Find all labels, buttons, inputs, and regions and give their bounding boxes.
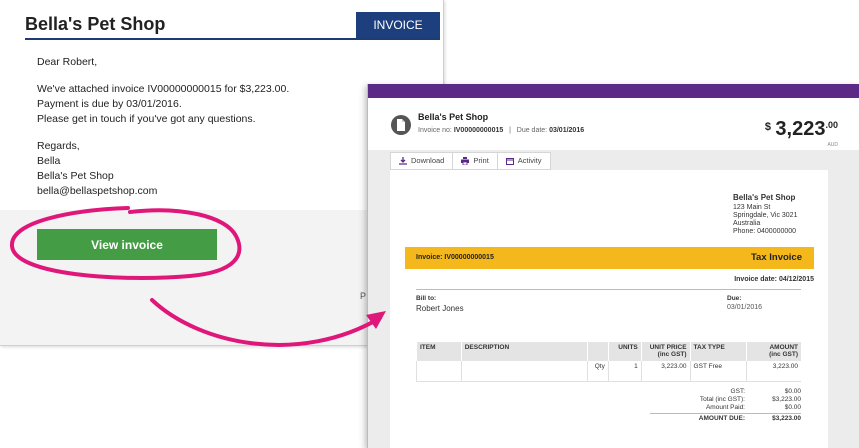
invoice-shop-name: Bella's Pet Shop	[418, 112, 489, 122]
download-label: Download	[411, 156, 445, 165]
email-regards: Regards,	[37, 140, 80, 152]
col-qty	[586, 342, 609, 361]
truncated-text: P	[360, 291, 367, 301]
from-street: 123 Main St	[733, 204, 771, 211]
paid-row: Amount Paid: $0.00	[650, 404, 801, 412]
email-line-2: Payment is due by 03/01/2016.	[37, 98, 182, 110]
divider	[416, 289, 801, 290]
due-value: 03/01/2016	[727, 304, 763, 311]
invoice-panel: Bella's Pet Shop Invoice no: IV000000000…	[367, 84, 859, 448]
totals-block: GST: $0.00 Total (inc GST): $3,223.00 Am…	[650, 388, 801, 423]
invoice-meta: Invoice no: IV00000000015 | Due date: 03…	[418, 127, 584, 134]
cell-unit-price: 3,223.00	[640, 361, 691, 382]
amount-due-value: $3,223.00	[772, 415, 801, 422]
email-line-1: We've attached invoice IV00000000015 for…	[37, 83, 290, 95]
table-header-row: ITEM DESCRIPTION UNITS UNIT PRICE (inc G…	[416, 342, 801, 361]
invoice-header: Bella's Pet Shop Invoice no: IV000000000…	[368, 98, 859, 150]
download-button[interactable]: Download	[390, 152, 453, 170]
col-units: UNITS	[607, 342, 642, 361]
activity-label: Activity	[517, 156, 542, 165]
cell-description	[460, 361, 588, 382]
col-amount: AMOUNT (inc GST)	[746, 342, 801, 361]
invoice-no-label: Invoice no:	[418, 127, 452, 134]
invoice-toolbar: Download Print Activity	[390, 152, 551, 170]
amount-whole: 3,223	[775, 118, 826, 140]
totals-divider	[650, 413, 801, 414]
invoice-top-bar	[368, 84, 859, 98]
email-signature-shop: Bella's Pet Shop	[37, 170, 114, 182]
col-unit-price-label: UNIT PRICE	[649, 344, 687, 351]
col-unit-price-sub: (inc GST)	[657, 351, 687, 358]
col-tax-type: TAX TYPE	[689, 342, 747, 361]
email-greeting: Dear Robert,	[37, 56, 98, 68]
paid-label: Amount Paid:	[705, 404, 745, 411]
gst-row: GST: $0.00	[650, 388, 801, 396]
currency-code: AUD	[827, 142, 838, 148]
meta-separator: |	[509, 127, 511, 134]
invoice-date: Invoice date: 04/12/2015	[734, 276, 814, 283]
table-row: Qty 1 3,223.00 GST Free 3,223.00	[416, 361, 801, 382]
email-line-3: Please get in touch if you've got any qu…	[37, 113, 256, 125]
total-value: $3,223.00	[772, 396, 801, 403]
amount-due-row: AMOUNT DUE: $3,223.00	[650, 415, 801, 423]
gst-label: GST:	[730, 388, 745, 395]
from-country: Australia	[733, 220, 761, 227]
gst-value: $0.00	[784, 388, 801, 395]
from-city: Springdale, Vic 3021	[733, 212, 798, 219]
col-unit-price: UNIT PRICE (inc GST)	[640, 342, 691, 361]
col-description: DESCRIPTION	[460, 342, 588, 361]
invoice-document: Bella's Pet Shop 123 Main St Springdale,…	[390, 170, 828, 448]
currency-symbol: $	[764, 121, 771, 133]
bar-invoice-number: Invoice: IV00000000015	[416, 254, 494, 261]
email-header: Bella's Pet Shop INVOICE	[25, 12, 440, 40]
amount-due-label: AMOUNT DUE:	[698, 415, 745, 422]
col-amount-label: AMOUNT	[769, 344, 798, 351]
due-date-label: Due date:	[516, 127, 548, 134]
total-label: Total (inc GST):	[699, 396, 745, 403]
print-button[interactable]: Print	[452, 152, 497, 170]
tax-invoice-bar: Invoice: IV00000000015 Tax Invoice	[405, 247, 814, 269]
from-name: Bella's Pet Shop	[733, 193, 796, 202]
due-date: 03/01/2016	[549, 127, 585, 134]
col-amount-sub: (inc GST)	[769, 351, 798, 358]
email-shop-title: Bella's Pet Shop	[25, 14, 166, 34]
bar-title: Tax Invoice	[750, 252, 802, 263]
bill-to-name: Robert Jones	[416, 304, 464, 313]
document-icon	[391, 115, 411, 135]
amount-cents: .00	[825, 120, 838, 130]
cell-item	[416, 361, 462, 382]
invoice-date-value: 04/12/2015	[778, 276, 814, 283]
from-address: Bella's Pet Shop 123 Main St Springdale,…	[733, 194, 797, 236]
from-phone: Phone: 0400000000	[733, 228, 797, 235]
cell-tax-type: GST Free	[689, 361, 747, 382]
invoice-amount: $ 3,223.00 AUD	[764, 118, 838, 148]
email-signature-address[interactable]: bella@bellaspetshop.com	[37, 184, 289, 199]
email-signature-name: Bella	[37, 155, 61, 167]
invoice-no: IV00000000015	[453, 127, 504, 134]
line-items-table: ITEM DESCRIPTION UNITS UNIT PRICE (inc G…	[416, 342, 801, 382]
activity-button[interactable]: Activity	[496, 152, 551, 170]
cell-amount: 3,223.00	[746, 361, 801, 382]
print-icon	[461, 157, 470, 165]
bill-to-label: Bill to:	[416, 295, 437, 302]
calendar-icon	[505, 158, 514, 165]
print-label: Print	[473, 156, 489, 165]
due-label: Due:	[727, 295, 742, 302]
invoice-tab: INVOICE	[356, 12, 440, 38]
paid-value: $0.00	[784, 404, 801, 411]
view-invoice-button[interactable]: View invoice	[37, 229, 217, 260]
cell-qty-label: Qty	[586, 361, 609, 382]
invoice-date-label: Invoice date:	[734, 276, 777, 283]
email-body: Dear Robert, We've attached invoice IV00…	[37, 55, 289, 199]
total-row: Total (inc GST): $3,223.00	[650, 396, 801, 404]
download-icon	[399, 157, 407, 165]
cell-units: 1	[607, 361, 642, 382]
col-item: ITEM	[416, 342, 462, 361]
